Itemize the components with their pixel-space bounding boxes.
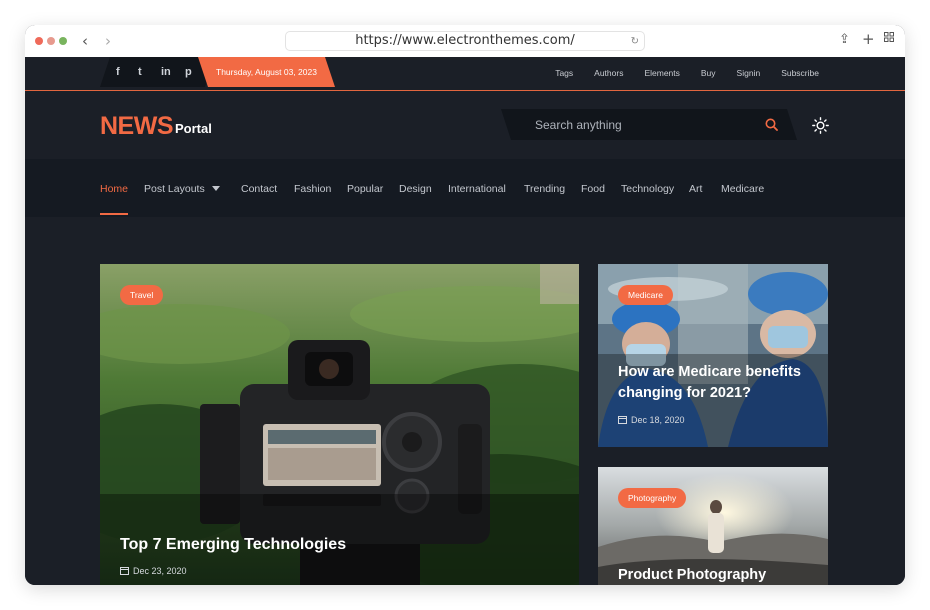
- post-date: Dec 23, 2020: [120, 566, 187, 576]
- nav-item-contact[interactable]: Contact: [241, 183, 277, 195]
- nav-item-popular[interactable]: Popular: [347, 183, 383, 195]
- logo[interactable]: NEWS: [100, 112, 174, 141]
- top-link-tags[interactable]: Tags: [555, 68, 573, 78]
- top-link-signin[interactable]: Signin: [737, 68, 761, 78]
- theme-toggle-sun-icon[interactable]: [812, 117, 829, 134]
- nav-item-international[interactable]: International: [448, 183, 506, 195]
- featured-posts: Travel Top 7 Emerging Technologies Dec 2…: [25, 217, 905, 585]
- top-link-subscribe[interactable]: Subscribe: [781, 68, 819, 78]
- post-card-photography[interactable]: Photography Product Photography: [598, 467, 828, 585]
- category-badge[interactable]: Travel: [120, 285, 164, 305]
- top-links: Tags Authors Elements Buy Signin Subscri…: [534, 68, 819, 78]
- post-title[interactable]: How are Medicare benefits changing for 20…: [618, 362, 801, 404]
- nav-item-home[interactable]: Home: [100, 183, 128, 195]
- logo-subtitle[interactable]: Portal: [175, 121, 212, 136]
- search-box: [501, 109, 797, 140]
- nav-item-post-layouts[interactable]: Post Layouts: [144, 183, 220, 195]
- search-input[interactable]: [535, 109, 745, 140]
- search-icon[interactable]: [765, 118, 778, 131]
- post-title-line-1: How are Medicare benefits: [618, 364, 801, 380]
- close-window-button[interactable]: [35, 37, 43, 45]
- facebook-icon[interactable]: f: [116, 66, 120, 78]
- linkedin-icon[interactable]: in: [161, 66, 171, 78]
- post-date: Dec 18, 2020: [618, 415, 685, 425]
- tab-overview-icon[interactable]: [884, 32, 894, 42]
- current-date: Thursday, August 03, 2023: [198, 57, 335, 87]
- social-links: f t in p: [100, 57, 215, 87]
- post-date-text: Dec 18, 2020: [631, 415, 685, 425]
- top-link-elements[interactable]: Elements: [644, 68, 679, 78]
- minimize-window-button[interactable]: [47, 37, 55, 45]
- top-bar: f t in p Thursday, August 03, 2023 Tags …: [25, 57, 905, 91]
- nav-item-food[interactable]: Food: [581, 183, 605, 195]
- main-navigation: Home Post Layouts Contact Fashion Popula…: [25, 159, 905, 217]
- chevron-down-icon: [211, 186, 220, 191]
- calendar-icon: [618, 416, 627, 424]
- nav-item-medicare[interactable]: Medicare: [721, 183, 764, 195]
- nav-item-design[interactable]: Design: [399, 183, 432, 195]
- maximize-window-button[interactable]: [59, 37, 67, 45]
- nav-item-post-layouts-label: Post Layouts: [144, 183, 205, 195]
- twitter-icon[interactable]: t: [138, 66, 142, 78]
- post-title[interactable]: Product Photography: [618, 565, 766, 585]
- active-nav-indicator: [100, 213, 128, 215]
- site-header: NEWS Portal: [25, 91, 905, 159]
- category-badge[interactable]: Photography: [618, 488, 687, 508]
- top-link-authors[interactable]: Authors: [594, 68, 623, 78]
- post-card-medicare[interactable]: Medicare How are Medicare benefits changi…: [598, 264, 828, 447]
- featured-post-card[interactable]: Travel Top 7 Emerging Technologies Dec 2…: [100, 264, 579, 585]
- post-date-text: Dec 23, 2020: [133, 566, 187, 576]
- nav-item-fashion[interactable]: Fashion: [294, 183, 331, 195]
- forward-icon[interactable]: ›: [105, 32, 111, 50]
- browser-toolbar: ‹ › https://www.electronthemes.com/ ↻ ⇪ …: [25, 25, 905, 57]
- new-tab-icon[interactable]: +: [862, 30, 875, 48]
- post-title-line-2: changing for 2021?: [618, 385, 751, 401]
- nav-item-trending[interactable]: Trending: [524, 183, 565, 195]
- back-icon[interactable]: ‹: [82, 32, 88, 50]
- browser-window: ‹ › https://www.electronthemes.com/ ↻ ⇪ …: [25, 25, 905, 585]
- category-badge[interactable]: Medicare: [618, 285, 673, 305]
- nav-item-technology[interactable]: Technology: [621, 183, 674, 195]
- nav-item-art[interactable]: Art: [689, 183, 702, 195]
- reload-icon[interactable]: ↻: [631, 33, 639, 51]
- share-icon[interactable]: ⇪: [839, 32, 850, 47]
- post-title[interactable]: Top 7 Emerging Technologies: [120, 534, 346, 555]
- calendar-icon: [120, 567, 129, 575]
- address-bar[interactable]: https://www.electronthemes.com/ ↻: [285, 31, 645, 51]
- pinterest-icon[interactable]: p: [185, 66, 192, 78]
- top-link-buy[interactable]: Buy: [701, 68, 716, 78]
- url-text: https://www.electronthemes.com/: [355, 33, 575, 48]
